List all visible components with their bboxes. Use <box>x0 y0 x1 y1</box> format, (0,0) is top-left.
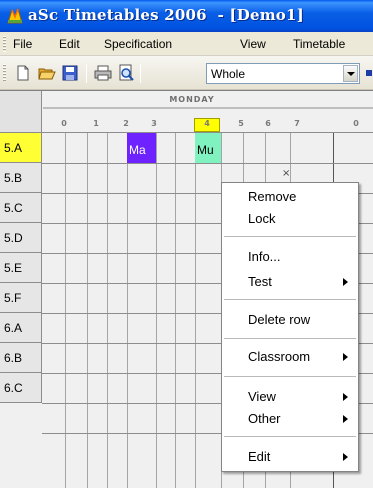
submenu-arrow-icon <box>343 353 348 361</box>
grid-corner <box>0 91 42 133</box>
menu-separator <box>224 376 356 377</box>
period-header[interactable]: 0 <box>52 119 76 128</box>
submenu-arrow-icon <box>343 415 348 423</box>
lesson-card[interactable]: Ma <box>127 133 156 163</box>
window-title: aSc Timetables 2006 - [Demo1] <box>28 6 304 24</box>
grid-col-line <box>195 133 196 488</box>
grid-col-line <box>107 133 108 488</box>
menu-view[interactable]: View <box>240 37 266 51</box>
new-icon[interactable] <box>14 64 32 82</box>
header-divider <box>0 132 373 133</box>
menu-item-label: Test <box>248 274 272 289</box>
grid-col-line <box>156 133 157 488</box>
grid-col-line <box>127 133 128 488</box>
toolbar-separator <box>86 64 87 83</box>
period-header[interactable]: 5 <box>229 119 253 128</box>
toolbar-overflow-icon[interactable] <box>366 70 372 76</box>
menu-separator <box>224 338 356 339</box>
menu-item-label: Other <box>248 411 281 426</box>
menu-separator <box>224 299 356 300</box>
menu-item-label: Remove <box>248 189 297 204</box>
toolbar-separator <box>140 64 141 83</box>
day-header-bar <box>43 107 373 109</box>
print-icon[interactable] <box>94 64 112 82</box>
menu-item-info[interactable]: Info... <box>222 247 358 267</box>
open-icon[interactable] <box>38 64 56 82</box>
view-select-value: Whole <box>211 67 246 81</box>
submenu-arrow-icon <box>343 393 348 401</box>
menu-item-label: Edit <box>248 449 271 464</box>
menu-separator <box>224 236 356 237</box>
menubar-grip[interactable] <box>3 36 6 52</box>
menu-item-delete-row[interactable]: Delete row <box>222 310 358 330</box>
period-header[interactable]: 0 <box>344 119 368 128</box>
menu-file[interactable]: File <box>13 37 32 51</box>
print-preview-icon[interactable] <box>117 64 135 82</box>
toolbar: Whole <box>0 56 373 90</box>
row-label[interactable]: 5.B <box>0 163 42 193</box>
day-header: MONDAY <box>169 95 215 104</box>
row-label-selected[interactable]: 5.A <box>0 133 42 163</box>
view-select[interactable]: Whole <box>206 63 360 84</box>
period-header[interactable]: 3 <box>142 119 166 128</box>
grid-row-line <box>42 163 373 164</box>
row-label[interactable]: 6.C <box>0 373 42 403</box>
menu-specification[interactable]: Specification <box>104 37 172 51</box>
period-header[interactable]: 7 <box>285 119 309 128</box>
submenu-arrow-icon <box>343 453 348 461</box>
submenu-arrow-icon <box>343 278 348 286</box>
menu-item-lock[interactable]: Lock <box>222 209 358 229</box>
row-label[interactable]: 5.C <box>0 193 42 223</box>
menu-item-other[interactable]: Other <box>222 409 358 429</box>
period-header-current[interactable]: 4 <box>195 119 219 128</box>
row-label[interactable]: 5.F <box>0 283 42 313</box>
menu-timetable[interactable]: Timetable <box>293 37 345 51</box>
save-icon[interactable] <box>61 64 79 82</box>
row-label[interactable]: 6.A <box>0 313 42 343</box>
menu-item-label: Lock <box>248 211 276 226</box>
toolbar-grip[interactable] <box>3 64 6 82</box>
menu-item-view[interactable]: View <box>222 387 358 407</box>
menu-item-classroom[interactable]: Classroom <box>222 347 358 367</box>
period-header[interactable]: 2 <box>114 119 138 128</box>
asc-timetables-app-icon <box>7 7 23 24</box>
menu-item-label: View <box>248 389 276 404</box>
row-label[interactable]: 5.E <box>0 253 42 283</box>
chevron-down-icon[interactable] <box>343 65 358 82</box>
menu-item-edit[interactable]: Edit <box>222 447 358 467</box>
period-header[interactable]: 6 <box>256 119 280 128</box>
grid-col-line <box>65 133 66 488</box>
lesson-card-selected[interactable]: Mu <box>195 133 221 163</box>
menu-edit[interactable]: Edit <box>59 37 80 51</box>
menu-item-label: Delete row <box>248 312 311 327</box>
grid-col-line <box>175 133 176 488</box>
menu-item-label: Info... <box>248 249 281 264</box>
row-label[interactable]: 6.B <box>0 343 42 373</box>
menu-bar: File Edit Specification View Timetable <box>0 32 373 56</box>
menu-item-label: Classroom <box>248 349 311 364</box>
menu-item-test[interactable]: Test <box>222 272 358 292</box>
period-header[interactable]: 1 <box>84 119 108 128</box>
close-icon[interactable]: × <box>282 168 290 179</box>
grid-col-line <box>87 133 88 488</box>
menu-item-remove[interactable]: Remove <box>222 187 358 207</box>
row-label[interactable]: 5.D <box>0 223 42 253</box>
title-bar[interactable]: aSc Timetables 2006 - [Demo1] <box>0 0 373 32</box>
menu-separator <box>224 436 356 437</box>
context-menu: Remove Lock Info... Test Delete row Clas… <box>221 182 359 472</box>
